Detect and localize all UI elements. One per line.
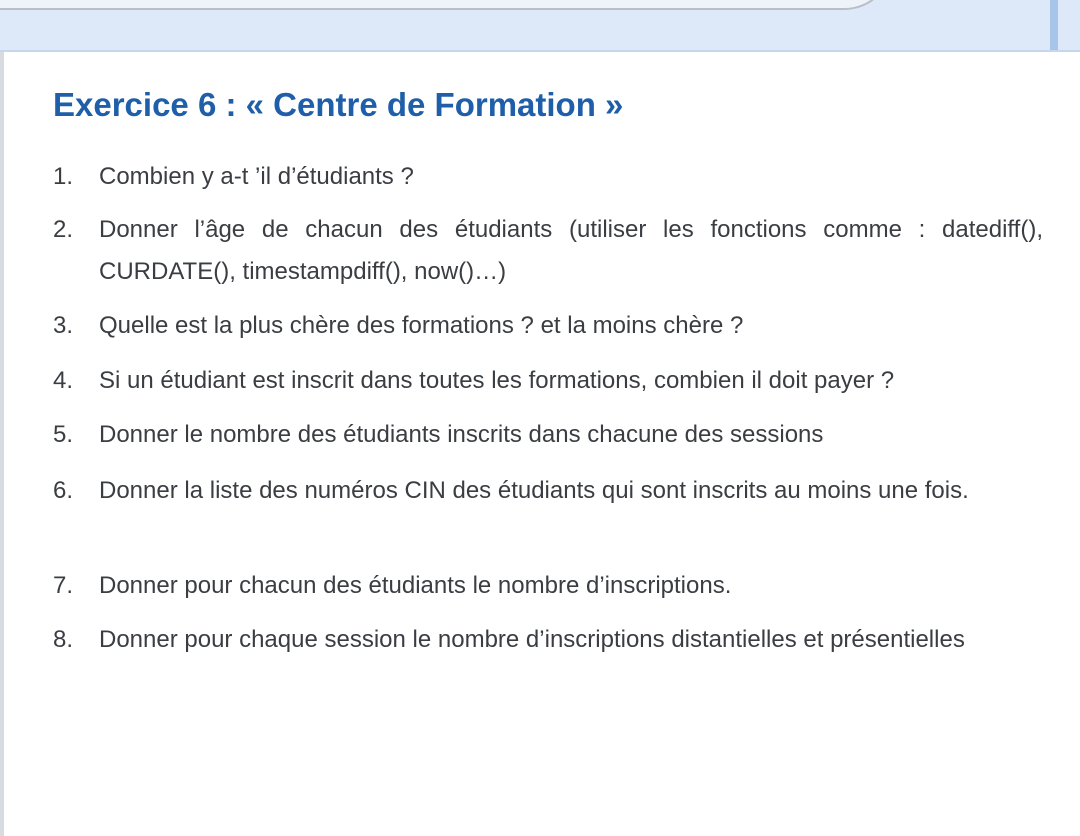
question-item-2: 2. Donner l’âge de chacun des étudiants … <box>53 209 1043 293</box>
question-number: 3. <box>53 312 74 339</box>
side-tab-marker <box>1050 0 1058 50</box>
question-item-3: 3. Quelle est la plus chère des formatio… <box>53 305 1043 347</box>
question-text: Donner pour chaque session le nombre d’i… <box>99 626 965 653</box>
question-item-7: 7. Donner pour chacun des étudiants le n… <box>53 565 1043 607</box>
question-item-4: 4. Si un étudiant est inscrit dans toute… <box>53 360 1043 402</box>
question-number: 4. <box>53 367 74 394</box>
header-shape <box>0 0 894 10</box>
question-text: Quelle est la plus chère des formations … <box>99 312 744 339</box>
question-item-1: 1. Combien y a-t ’il d’étudiants ? <box>53 156 1043 198</box>
page-header-band <box>0 0 1080 52</box>
question-text: Combien y a-t ’il d’étudiants ? <box>99 163 414 190</box>
question-number: 6. <box>53 477 74 504</box>
question-number: 2. <box>53 216 74 243</box>
question-text: Donner le nombre des étudiants inscrits … <box>99 421 824 448</box>
exercise-title: Exercice 6 : « Centre de Formation » <box>53 86 624 123</box>
question-text: Donner l’âge de chacun des étudiants (ut… <box>99 216 1043 285</box>
question-text: Si un étudiant est inscrit dans toutes l… <box>99 367 895 394</box>
document-page: Exercice 6 : « Centre de Formation » 1. … <box>0 52 1080 836</box>
question-item-5: 5. Donner le nombre des étudiants inscri… <box>53 414 1043 456</box>
question-item-8: 8. Donner pour chaque session le nombre … <box>53 619 1043 661</box>
question-number: 7. <box>53 572 74 599</box>
question-number: 8. <box>53 626 74 653</box>
question-item-6: 6. Donner la liste des numéros CIN des é… <box>53 470 1043 512</box>
question-text: Donner pour chacun des étudiants le nomb… <box>99 572 732 599</box>
question-number: 5. <box>53 421 74 448</box>
question-number: 1. <box>53 163 74 190</box>
question-text: Donner la liste des numéros CIN des étud… <box>99 477 969 504</box>
